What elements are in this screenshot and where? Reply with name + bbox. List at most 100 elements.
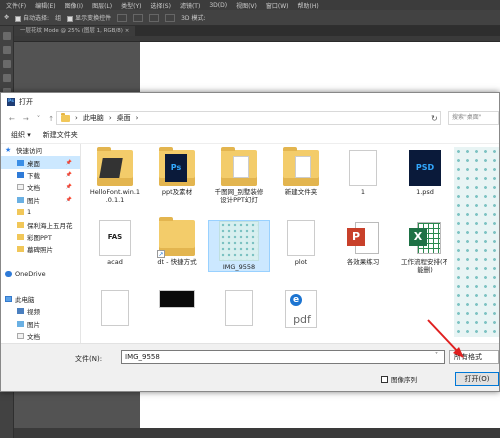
breadcrumb-desktop[interactable]: 桌面: [117, 113, 131, 123]
pin-icon[interactable]: 📌: [66, 184, 72, 190]
folder-icon: [61, 112, 70, 122]
desktop-icon: [17, 159, 24, 166]
menu-item[interactable]: 图像(I): [65, 1, 83, 10]
file-item[interactable]: HelloFont.win.1 .0.1.1: [84, 147, 146, 204]
menu-item[interactable]: 帮助(H): [298, 1, 319, 10]
nav-item[interactable]: 桌面 📌: [1, 156, 80, 169]
menu-item[interactable]: 文件(F): [6, 1, 26, 10]
address-bar[interactable]: › 此电脑 › 桌面 ›: [56, 111, 441, 125]
file-label: HelloFont.win.1 .0.1.1: [89, 188, 141, 204]
lasso-tool-icon[interactable]: [2, 60, 11, 68]
menu-item[interactable]: 滤镜(T): [180, 1, 200, 10]
photoshop-options-bar: ✥ 自动选择: 组 显示变换控件 3D 模式:: [0, 10, 500, 26]
image-sequence-checkbox[interactable]: 图像序列: [381, 374, 417, 384]
nav-item-label: 快速访问: [16, 147, 42, 156]
open-button[interactable]: 打开(O): [455, 372, 499, 386]
file-item[interactable]: 1: [332, 150, 394, 196]
chevron-down-icon[interactable]: ˅: [435, 352, 438, 359]
filetype-select[interactable]: 所有格式: [449, 350, 499, 364]
auto-select-target[interactable]: 组: [55, 13, 61, 22]
nav-item[interactable]: 图片 📌: [1, 194, 80, 206]
file-item[interactable]: 千图网_别墅装修 设计PPT幻灯: [208, 147, 270, 204]
document-icon: [349, 150, 377, 186]
paper-icon: [295, 156, 311, 178]
menu-item[interactable]: 图层(L): [92, 1, 112, 10]
search-input[interactable]: 搜索"桌面": [448, 111, 499, 125]
auto-select-checkbox[interactable]: 自动选择:: [15, 13, 49, 22]
file-item[interactable]: [208, 290, 270, 326]
marquee-tool-icon[interactable]: [2, 46, 11, 54]
pin-icon[interactable]: 📌: [66, 160, 72, 166]
dialog-titlebar: Ps 打开: [1, 93, 499, 110]
nav-item[interactable]: 彩图PPT: [1, 231, 80, 243]
preview-pane: [454, 147, 499, 337]
nav-item[interactable]: 保利海上五月花: [1, 218, 80, 230]
file-item[interactable]: 各效果练习: [332, 220, 394, 266]
folder-icon: [283, 147, 319, 186]
nav-item[interactable]: 下载 📌: [1, 169, 80, 181]
address-row: ← → ˅ ↑ › 此电脑 › 桌面 › ↻ 搜索"桌面": [1, 110, 499, 127]
nav-item-label: 桌面: [27, 159, 40, 168]
file-label: 1: [360, 188, 366, 196]
file-item[interactable]: FAS acad: [84, 220, 146, 266]
file-item[interactable]: [84, 290, 146, 326]
nav-item[interactable]: ★ 快速访问: [1, 144, 80, 156]
new-folder-button[interactable]: 新建文件夹: [43, 130, 78, 140]
align-left-icon[interactable]: [117, 13, 128, 22]
acad-thumb-text: FAS: [107, 233, 123, 241]
filename-input[interactable]: IMG_9558: [121, 350, 445, 364]
nav-item-label: 文档: [27, 333, 40, 342]
computer-icon: [5, 295, 12, 302]
document-icon: [101, 290, 129, 326]
file-item[interactable]: 工作流程安排(不 能删): [394, 220, 447, 274]
menu-item[interactable]: 视图(V): [236, 1, 257, 10]
breadcrumb-this-pc[interactable]: 此电脑: [83, 113, 104, 123]
document-icon: [287, 220, 315, 256]
file-item[interactable]: ↗ dt - 快捷方式: [146, 217, 208, 266]
pin-icon[interactable]: 📌: [66, 172, 72, 178]
menu-item[interactable]: 选择(S): [150, 1, 171, 10]
organize-menu-button[interactable]: 组织 ▾: [11, 130, 31, 140]
nav-item[interactable]: 1: [1, 206, 80, 218]
nav-item[interactable]: 墓碑照片: [1, 243, 80, 255]
font-app-icon: [99, 158, 123, 178]
file-item[interactable]: 新建文件夹: [270, 147, 332, 196]
pin-icon[interactable]: 📌: [66, 197, 72, 203]
nav-item[interactable]: 此电脑: [1, 293, 80, 305]
status-bar: [14, 428, 500, 438]
align-center-icon[interactable]: [133, 13, 144, 22]
file-item[interactable]: PSD 1.psd: [394, 150, 447, 196]
nav-item[interactable]: 图片: [1, 317, 80, 329]
file-item[interactable]: Ps ppt及素材: [146, 147, 208, 196]
menu-item[interactable]: 编辑(E): [35, 1, 55, 10]
up-arrow-icon[interactable]: ↑: [48, 115, 54, 123]
nav-item[interactable]: 视频: [1, 305, 80, 317]
file-item[interactable]: IMG_9558: [208, 220, 270, 272]
menu-item[interactable]: 窗口(W): [266, 1, 289, 10]
nav-item[interactable]: 文档: [1, 330, 80, 342]
recent-dropdown-icon[interactable]: ˅: [37, 115, 41, 123]
back-arrow-icon[interactable]: ←: [9, 115, 15, 123]
checkbox-box[interactable]: [381, 375, 388, 383]
move-tool-icon[interactable]: [2, 32, 11, 40]
file-item[interactable]: plot: [270, 220, 332, 266]
move-tool-icon[interactable]: ✥: [4, 14, 9, 21]
file-label: 各效果练习: [346, 258, 380, 266]
align-right-icon[interactable]: [149, 13, 160, 22]
nav-item[interactable]: OneDrive: [1, 268, 80, 280]
file-label: 1.psd: [416, 188, 434, 196]
refresh-icon[interactable]: ↻: [431, 114, 438, 123]
file-item[interactable]: e pdf: [270, 290, 332, 328]
quick-select-tool-icon[interactable]: [2, 74, 11, 82]
file-item[interactable]: [146, 290, 208, 308]
distribute-icon[interactable]: [165, 13, 176, 22]
document-tab[interactable]: 一层花纹 Mode @ 25% (图层 1, RGB/8) ×: [14, 26, 136, 36]
menu-item[interactable]: 3D(D): [209, 2, 227, 9]
dialog-footer: 文件(N): IMG_9558 ˅ 所有格式 图像序列 打开(O): [1, 343, 499, 391]
nav-item[interactable]: 文档 📌: [1, 181, 80, 193]
forward-arrow-icon[interactable]: →: [23, 115, 29, 123]
photoshop-menubar: 文件(F) 编辑(E) 图像(I) 图层(L) 类型(Y) 选择(S) 滤镜(T) 3D(D)…: [0, 0, 500, 10]
menu-item[interactable]: 类型(Y): [121, 1, 141, 10]
show-transform-checkbox[interactable]: 显示变换控件: [67, 13, 111, 22]
